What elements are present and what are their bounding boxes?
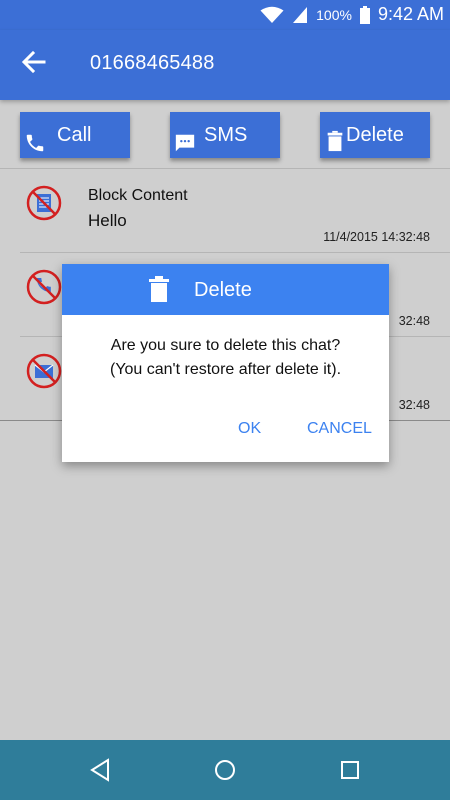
delete-dialog: Delete Are you sure to delete this chat?…	[62, 264, 389, 462]
wifi-icon	[260, 6, 284, 23]
nav-home-icon[interactable]	[211, 756, 239, 784]
blocked-call-icon	[26, 269, 62, 305]
cancel-button[interactable]: CANCEL	[307, 420, 372, 438]
dialog-message-line1: Are you sure to delete this chat?	[110, 337, 341, 354]
call-label: Call	[57, 124, 92, 146]
dialog-header: Delete	[62, 264, 389, 315]
item-timestamp: 32:48	[398, 314, 430, 328]
sms-button[interactable]: SMS	[170, 112, 280, 158]
ok-button[interactable]: OK	[238, 420, 261, 438]
message-icon	[175, 134, 195, 152]
item-timestamp: 32:48	[398, 398, 430, 412]
dialog-message-line2: (You can't restore after delete it).	[109, 361, 342, 378]
item-message: Hello	[88, 211, 127, 230]
call-button[interactable]: Call	[20, 112, 130, 158]
navigation-bar	[0, 740, 450, 800]
battery-icon	[359, 5, 370, 24]
battery-level: 100%	[316, 6, 352, 23]
status-icons: 100% 9:42 AM	[260, 4, 444, 25]
dialog-message: Are you sure to delete this chat? (You c…	[62, 334, 389, 382]
blocked-sms-icon	[26, 353, 62, 389]
nav-back-icon[interactable]	[86, 756, 114, 784]
sms-label: SMS	[204, 124, 248, 146]
signal-icon	[293, 6, 308, 23]
item-title: Block Content	[88, 187, 188, 204]
phone-icon	[26, 134, 44, 152]
arrow-left-icon[interactable]	[18, 46, 50, 78]
status-bar: 100% 9:42 AM	[0, 0, 450, 30]
blocked-message-icon	[26, 185, 62, 221]
trash-icon	[327, 130, 343, 152]
dialog-title: Delete	[194, 279, 252, 301]
delete-button[interactable]: Delete	[320, 112, 430, 158]
trash-icon	[149, 276, 169, 302]
page-title: 01668465488	[90, 52, 215, 74]
nav-recent-apps-icon[interactable]	[336, 756, 364, 784]
app-bar: 01668465488	[0, 30, 450, 100]
delete-label: Delete	[346, 124, 404, 146]
status-time: 9:42 AM	[377, 4, 444, 24]
item-timestamp: 11/4/2015 14:32:48	[323, 230, 430, 244]
list-item[interactable]: Block Content Hello 11/4/2015 14:32:48	[20, 169, 450, 253]
